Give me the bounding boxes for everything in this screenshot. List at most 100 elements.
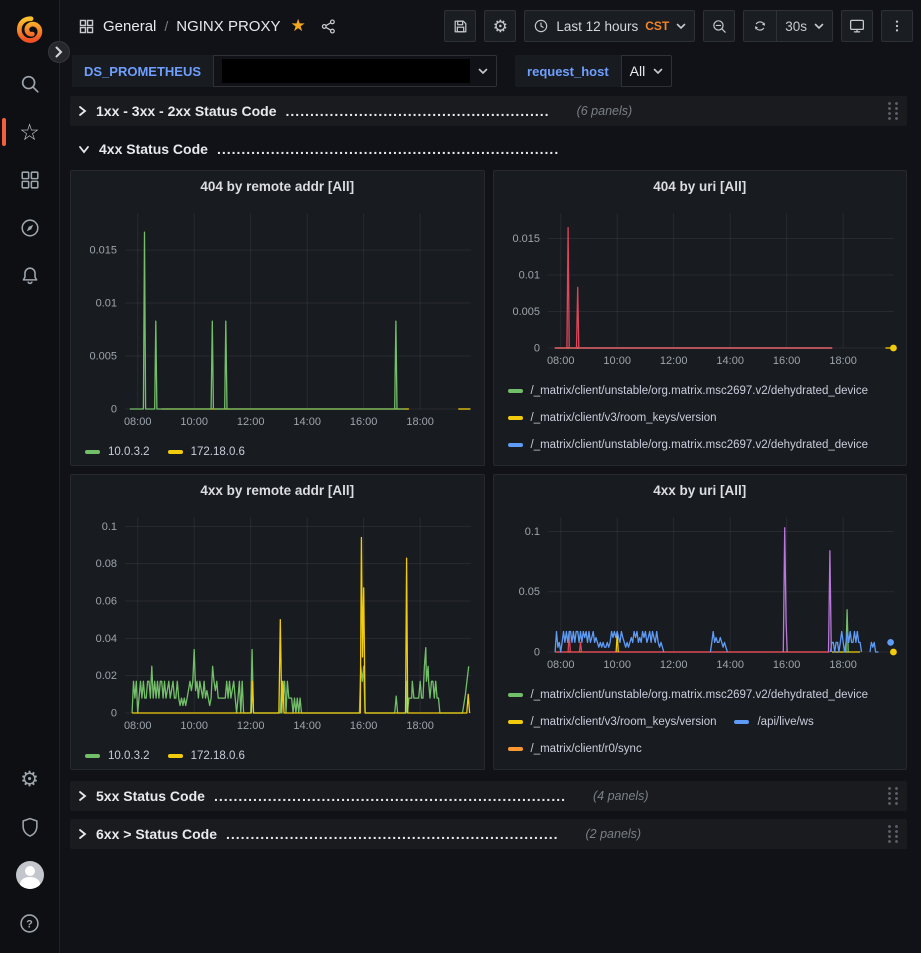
refresh-button[interactable] — [744, 11, 776, 41]
legend-label: /_matrix/client/unstable/org.matrix.msc2… — [531, 439, 869, 451]
legend-label: 10.0.3.2 — [108, 446, 150, 458]
panel-title[interactable]: 404 by remote addr [All] — [79, 171, 476, 203]
legend-item[interactable]: 172.18.0.6 — [168, 750, 245, 762]
x-axis-tick-label: 16:00 — [772, 355, 800, 367]
legend-item[interactable]: /_matrix/client/v3/room_keys/version — [508, 466, 717, 467]
sidebar-item-dashboards[interactable] — [0, 156, 59, 204]
kebab-menu-button[interactable] — [881, 10, 913, 42]
breadcrumb: General / NGINX PROXY ★ — [78, 16, 337, 36]
svg-text:?: ? — [26, 918, 33, 930]
save-dashboard-button[interactable] — [444, 10, 476, 42]
series-end-dot — [890, 345, 897, 352]
legend-item[interactable]: 10.0.3.2 — [85, 446, 150, 458]
legend-item[interactable]: /_matrix/client/r0/sync — [508, 743, 642, 755]
y-axis-tick-label: 0 — [533, 647, 539, 659]
legend-item[interactable]: /sw.js — [734, 466, 785, 467]
panel-4xx-by-remote-addr: 4xx by remote addr [All] 00.020.040.060.… — [70, 474, 485, 770]
legend-swatch-icon — [168, 754, 183, 758]
sidebar: ☆ ⚙ — [0, 0, 60, 953]
sidebar-item-search[interactable] — [0, 60, 59, 108]
legend-swatch-icon — [508, 389, 523, 393]
y-axis-tick-label: 0.05 — [518, 586, 539, 598]
chart-canvas[interactable]: 00.0050.010.01508:0010:0012:0014:0016:00… — [502, 203, 900, 370]
dashboards-grid-icon — [19, 169, 41, 191]
row-panel-count: (6 panels) — [577, 104, 633, 118]
legend-item[interactable]: 10.0.3.2 — [85, 750, 150, 762]
monitor-icon — [848, 17, 866, 35]
star-filled-icon[interactable]: ★ — [290, 16, 305, 36]
legend-item[interactable]: /_matrix/client/v3/room_keys/version — [508, 412, 717, 424]
legend-item[interactable]: /api/live/ws — [734, 716, 813, 728]
x-axis-tick-label: 18:00 — [406, 416, 434, 428]
page-title[interactable]: NGINX PROXY — [176, 18, 280, 35]
redacted-value — [222, 59, 470, 83]
sidebar-item-profile[interactable] — [0, 851, 59, 899]
legend-swatch-icon — [85, 450, 100, 454]
x-axis-tick-label: 18:00 — [829, 659, 857, 671]
share-icon[interactable] — [320, 18, 337, 35]
sidebar-item-server-admin[interactable] — [0, 803, 59, 851]
legend-item[interactable]: /_matrix/client/unstable/org.matrix.msc2… — [508, 439, 869, 451]
panel-404-by-remote-addr: 404 by remote addr [All] 00.0050.010.015… — [70, 170, 485, 466]
y-axis-tick-label: 0.1 — [524, 526, 539, 538]
row-header-4xx[interactable]: 4xx Status Code ........................… — [70, 134, 907, 164]
chart-canvas[interactable]: 00.050.108:0010:0012:0014:0016:0018:00 — [502, 507, 900, 674]
ds-prometheus-dropdown[interactable] — [213, 55, 497, 87]
series-line — [710, 632, 727, 653]
sidebar-item-help[interactable]: ? — [0, 899, 59, 947]
legend-label: 172.18.0.6 — [191, 446, 245, 458]
save-icon — [452, 18, 469, 35]
panel-title[interactable]: 404 by uri [All] — [502, 171, 899, 203]
chart-canvas[interactable]: 00.020.040.060.080.108:0010:0012:0014:00… — [79, 507, 477, 735]
x-axis-tick-label: 14:00 — [293, 720, 321, 732]
dashboard-settings-button[interactable]: ⚙ — [484, 10, 516, 42]
row-header-1xx-3xx-2xx[interactable]: 1xx - 3xx - 2xx Status Code ............… — [70, 96, 907, 126]
series-line — [870, 642, 879, 652]
request-host-dropdown[interactable]: All — [621, 55, 673, 87]
sidebar-item-configuration[interactable]: ⚙ — [0, 755, 59, 803]
row-title: 5xx Status Code — [96, 788, 205, 804]
legend-label: /api/live/ws — [757, 716, 813, 728]
x-axis-tick-label: 10:00 — [603, 355, 631, 367]
cycle-view-mode-button[interactable] — [841, 10, 873, 42]
apps-grid-icon — [78, 18, 95, 35]
legend-item[interactable]: /_matrix/client/unstable/org.matrix.msc2… — [508, 385, 869, 397]
legend-label: 172.18.0.6 — [191, 750, 245, 762]
row-drag-handle[interactable] — [886, 786, 899, 806]
panel-title[interactable]: 4xx by uri [All] — [502, 475, 899, 507]
y-axis-tick-label: 0.02 — [96, 670, 117, 682]
legend-item[interactable]: /_matrix/client/v3/room_keys/version — [508, 716, 717, 728]
legend-item[interactable]: /_matrix/client/unstable/org.matrix.msc2… — [508, 770, 869, 771]
y-axis-tick-label: 0.08 — [96, 558, 117, 570]
row-drag-handle[interactable] — [886, 824, 899, 844]
row-header-5xx[interactable]: 5xx Status Code ........................… — [70, 781, 907, 811]
series-line — [828, 551, 831, 652]
refresh-interval-dropdown[interactable]: 30s — [776, 11, 832, 41]
request-host-label: request_host — [515, 55, 621, 87]
row-drag-handle[interactable] — [886, 101, 899, 121]
legend-item[interactable]: 172.18.0.6 — [168, 446, 245, 458]
compass-icon — [19, 217, 41, 239]
legend-label: /_matrix/client/r0/sync — [531, 743, 642, 755]
series-end-dot — [887, 639, 894, 646]
time-range-picker[interactable]: Last 12 hours CST — [524, 10, 695, 42]
avatar — [16, 861, 44, 889]
sidebar-item-explore[interactable] — [0, 204, 59, 252]
legend-swatch-icon — [85, 754, 100, 758]
legend: /_matrix/client/unstable/org.matrix.msc2… — [502, 679, 899, 770]
x-axis-tick-label: 12:00 — [237, 416, 265, 428]
chart-canvas[interactable]: 00.0050.010.01508:0010:0012:0014:0016:00… — [79, 203, 477, 431]
legend-swatch-icon — [508, 693, 523, 697]
sidebar-item-alerting[interactable] — [0, 252, 59, 300]
legend-item[interactable]: /_matrix/client/unstable/org.matrix.msc2… — [508, 689, 869, 701]
row-header-6xx[interactable]: 6xx > Status Code ......................… — [70, 819, 907, 849]
sidebar-item-starred[interactable]: ☆ — [0, 108, 59, 156]
series-line — [555, 632, 830, 653]
panel-title[interactable]: 4xx by remote addr [All] — [79, 475, 476, 507]
sidebar-expand-button[interactable] — [48, 41, 70, 63]
gear-icon: ⚙ — [493, 18, 508, 35]
series-line — [846, 610, 848, 652]
breadcrumb-section[interactable]: General — [103, 18, 156, 35]
zoom-out-time-button[interactable] — [703, 10, 735, 42]
x-axis-tick-label: 12:00 — [659, 355, 687, 367]
